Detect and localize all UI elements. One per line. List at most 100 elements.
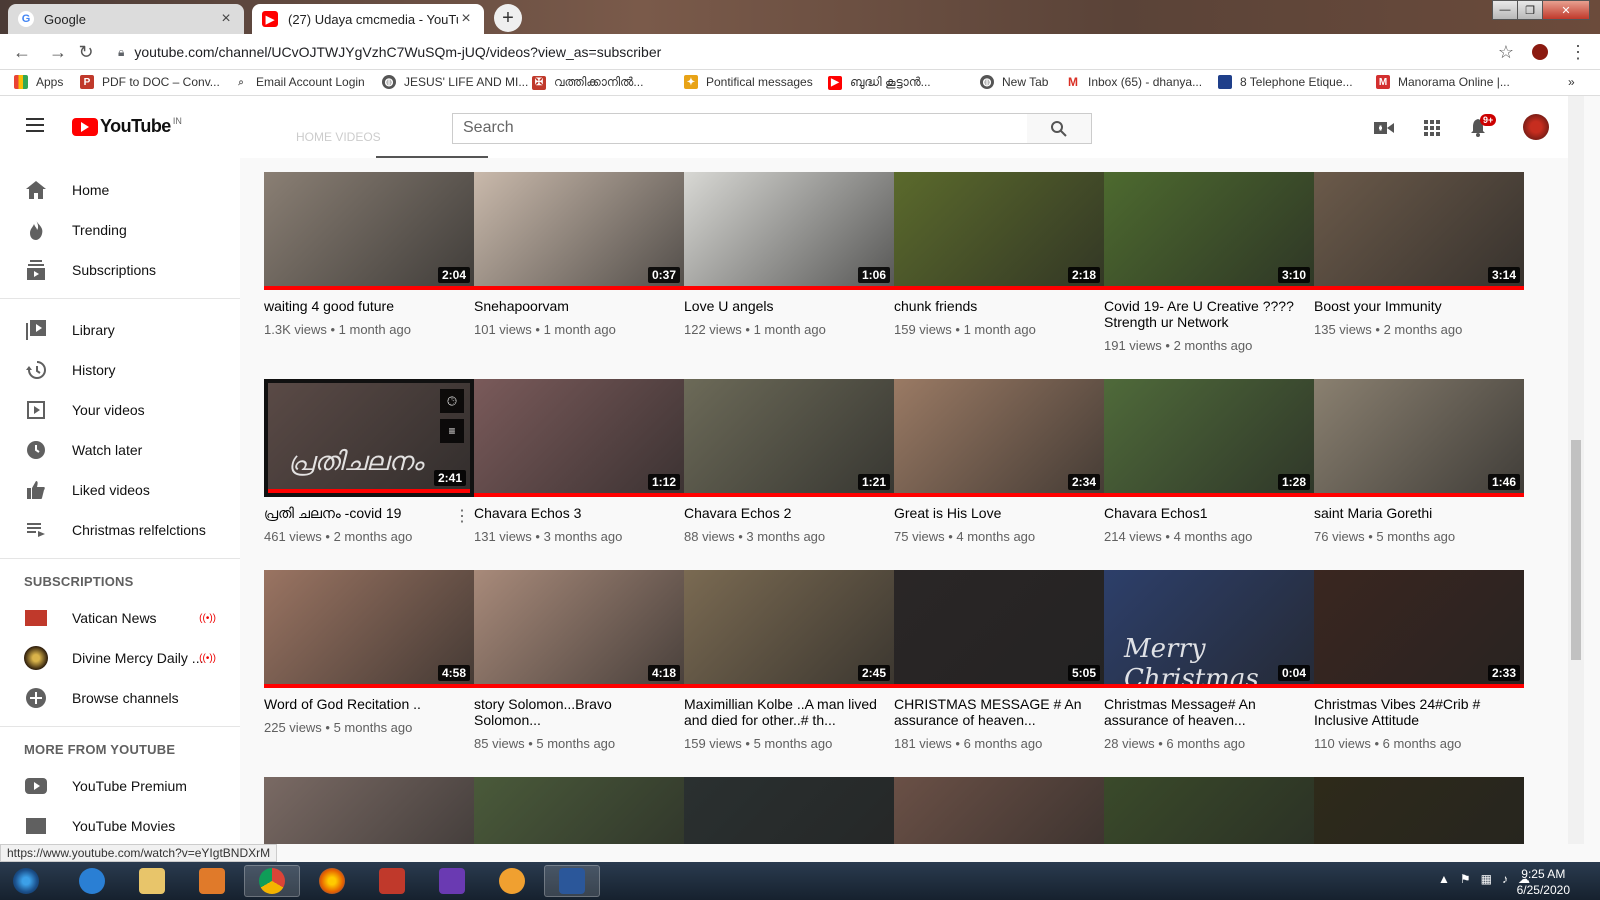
bookmark-jesus[interactable]: ◍ JESUS' LIFE AND MI... — [382, 75, 528, 89]
bookmark-budhi[interactable]: ▶ ബുദ്ധി കൂട്ടാൻ... — [828, 75, 931, 90]
maximize-button[interactable]: ❐ — [1517, 0, 1543, 20]
video-card[interactable]: 2:33 Christmas Vibes 24#Crib # Inclusive … — [1314, 570, 1524, 760]
close-icon[interactable]: × — [218, 10, 234, 28]
create-video-icon[interactable] — [1372, 118, 1396, 138]
close-window-button[interactable]: ✕ — [1542, 0, 1590, 20]
taskbar-app-icon[interactable] — [364, 865, 420, 897]
sidebar-item-youtube-premium[interactable]: YouTube Premium — [0, 766, 240, 806]
video-title[interactable]: Great is His Love — [894, 505, 1094, 521]
video-title[interactable]: Maximillian Kolbe ..A man lived and died… — [684, 696, 884, 728]
video-title[interactable]: Christmas Vibes 24#Crib # Inclusive Atti… — [1314, 696, 1514, 728]
video-thumbnail[interactable]: 1:12 — [474, 379, 684, 497]
video-card[interactable]: 1:28 Chavara Echos1 214 views • 4 months a… — [1104, 379, 1314, 569]
video-thumbnail[interactable]: 4:58 — [264, 570, 474, 688]
video-thumbnail[interactable]: 2:04 — [264, 172, 474, 290]
sidebar-item-christmas-playlist[interactable]: Christmas relfelctions — [0, 510, 240, 550]
video-card[interactable] — [1104, 777, 1314, 844]
video-title[interactable]: Snehapoorvam — [474, 298, 674, 314]
video-card[interactable]: 3:10 Covid 19- Are U Creative ???? Streng… — [1104, 172, 1314, 362]
sidebar-item-library[interactable]: Library — [0, 310, 240, 350]
video-card[interactable]: 3:14 Boost your Immunity 135 views • 2 mon… — [1314, 172, 1524, 362]
reload-button[interactable]: ↻ — [76, 42, 96, 62]
watch-later-clock-icon[interactable]: 🕒︎ — [440, 389, 464, 413]
profile-avatar[interactable] — [1530, 42, 1550, 62]
add-to-queue-icon[interactable]: ≡ — [440, 419, 464, 443]
sidebar-item-your-videos[interactable]: Your videos — [0, 390, 240, 430]
hamburger-menu-icon[interactable] — [26, 118, 44, 132]
video-thumbnail[interactable] — [264, 777, 474, 844]
sidebar-item-liked-videos[interactable]: Liked videos — [0, 470, 240, 510]
video-thumbnail[interactable]: 3:14 — [1314, 172, 1524, 290]
sidebar-item-youtube-movies[interactable]: YouTube Movies — [0, 806, 240, 844]
video-thumbnail[interactable]: പ്രതിചലനം 🕒︎ ≡ 2:41 — [264, 379, 474, 497]
video-title[interactable]: Covid 19- Are U Creative ???? Strength u… — [1104, 298, 1304, 330]
search-input[interactable]: Search — [452, 113, 1028, 144]
sidebar-item-vatican-news[interactable]: Vatican News ((•)) — [0, 598, 240, 638]
taskbar-firefox-icon[interactable] — [304, 865, 360, 897]
sidebar-item-trending[interactable]: Trending — [0, 210, 240, 250]
video-card[interactable] — [474, 777, 684, 844]
video-thumbnail[interactable]: 0:37 — [474, 172, 684, 290]
tray-expand-icon[interactable]: ▲ — [1438, 872, 1450, 886]
volume-icon[interactable]: ♪ — [1502, 872, 1508, 886]
youtube-logo[interactable]: YouTube IN — [72, 116, 182, 137]
video-thumbnail[interactable]: 2:33 — [1314, 570, 1524, 688]
sidebar-item-watch-later[interactable]: Watch later — [0, 430, 240, 470]
bookmark-pontifical[interactable]: ✦ Pontifical messages — [684, 75, 813, 89]
forward-button[interactable]: → — [48, 42, 68, 62]
video-thumbnail[interactable]: 3:10 — [1104, 172, 1314, 290]
video-title[interactable]: story Solomon...Bravo Solomon... — [474, 696, 674, 728]
back-button[interactable]: ← — [12, 42, 32, 62]
video-title[interactable]: Boost your Immunity — [1314, 298, 1514, 314]
minimize-button[interactable]: — — [1492, 0, 1518, 20]
video-card[interactable] — [684, 777, 894, 844]
video-thumbnail[interactable]: 1:06 — [684, 172, 894, 290]
network-icon[interactable]: ▦ — [1481, 872, 1492, 886]
bookmark-apps[interactable]: Apps — [14, 75, 63, 89]
video-thumbnail[interactable]: 1:21 — [684, 379, 894, 497]
scrollbar-thumb[interactable] — [1571, 440, 1581, 660]
video-title[interactable]: Word of God Recitation .. — [264, 696, 464, 712]
video-title[interactable]: Chavara Echos 2 — [684, 505, 884, 521]
video-card[interactable] — [264, 777, 474, 844]
sidebar-item-home[interactable]: Home — [0, 170, 240, 210]
video-thumbnail[interactable]: 1:46 — [1314, 379, 1524, 497]
taskbar-chrome-icon[interactable] — [244, 865, 300, 897]
browser-tab-google[interactable]: G Google × — [8, 4, 244, 34]
video-thumbnail[interactable]: 2:45 — [684, 570, 894, 688]
bookmark-vatican[interactable]: ✠ വത്തിക്കാനിൽ... — [532, 75, 643, 90]
video-title[interactable]: Love U angels — [684, 298, 884, 314]
taskbar-explorer-icon[interactable] — [124, 865, 180, 897]
menu-kebab-icon[interactable]: ⋮ — [1568, 42, 1588, 62]
sidebar-item-divine-mercy[interactable]: Divine Mercy Daily ... ((•)) — [0, 638, 240, 678]
video-thumbnail[interactable] — [1104, 777, 1314, 844]
video-card[interactable]: 1:12 Chavara Echos 3 131 views • 3 months … — [474, 379, 684, 569]
video-thumbnail[interactable]: 4:18 — [474, 570, 684, 688]
url-field[interactable]: 🔒︎ youtube.com/channel/UCvOJTWJYgVzhC7Wu… — [118, 41, 1418, 63]
video-card[interactable]: 2:45 Maximillian Kolbe ..A man lived and … — [684, 570, 894, 760]
video-title[interactable]: CHRISTMAS MESSAGE # An assurance of heav… — [894, 696, 1094, 728]
taskbar-ie-icon[interactable] — [64, 865, 120, 897]
video-title[interactable]: saint Maria Gorethi — [1314, 505, 1514, 521]
search-button[interactable] — [1027, 113, 1092, 144]
bookmark-newtab[interactable]: ◍ New Tab — [980, 75, 1048, 89]
sidebar-item-history[interactable]: History — [0, 350, 240, 390]
bookmark-star-icon[interactable]: ☆ — [1496, 42, 1516, 62]
video-card[interactable]: 4:18 story Solomon...Bravo Solomon... 85 v… — [474, 570, 684, 760]
bookmark-inbox[interactable]: M Inbox (65) - dhanya... — [1066, 75, 1202, 89]
taskbar-app2-icon[interactable] — [484, 865, 540, 897]
new-tab-button[interactable]: + — [494, 4, 522, 32]
taskbar-media-icon[interactable] — [184, 865, 240, 897]
sidebar-item-browse-channels[interactable]: Browse channels — [0, 678, 240, 718]
video-card[interactable]: 4:58 Word of God Recitation .. 225 views •… — [264, 570, 474, 760]
apps-grid-icon[interactable] — [1420, 118, 1444, 138]
video-thumbnail[interactable] — [894, 777, 1104, 844]
video-card[interactable]: 2:18 chunk friends 159 views • 1 month ago — [894, 172, 1104, 362]
video-title[interactable]: Chavara Echos 3 — [474, 505, 674, 521]
video-card[interactable]: 1:46 saint Maria Gorethi 76 views • 5 mont… — [1314, 379, 1524, 569]
video-card[interactable]: 2:34 Great is His Love 75 views • 4 months… — [894, 379, 1104, 569]
video-title[interactable]: പ്രതി ചലനം -covid 19 — [264, 505, 464, 521]
video-thumbnail[interactable] — [1314, 777, 1524, 844]
bookmark-manorama[interactable]: M Manorama Online |... — [1376, 75, 1510, 89]
video-thumbnail[interactable]: 2:34 — [894, 379, 1104, 497]
